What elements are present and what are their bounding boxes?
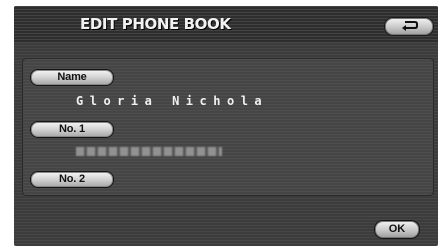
return-arrow-icon — [402, 21, 418, 31]
back-button[interactable] — [384, 17, 434, 36]
number-1-field-button[interactable]: No. 1 — [30, 121, 114, 138]
ok-button[interactable]: OK — [374, 220, 420, 239]
number-1-value-redacted — [76, 147, 222, 156]
name-field-button[interactable]: Name — [30, 69, 114, 86]
name-value: Gloria Nichola — [76, 94, 269, 108]
number-2-field-button[interactable]: No. 2 — [30, 171, 114, 188]
page-title: EDIT PHONE BOOK — [80, 15, 231, 33]
